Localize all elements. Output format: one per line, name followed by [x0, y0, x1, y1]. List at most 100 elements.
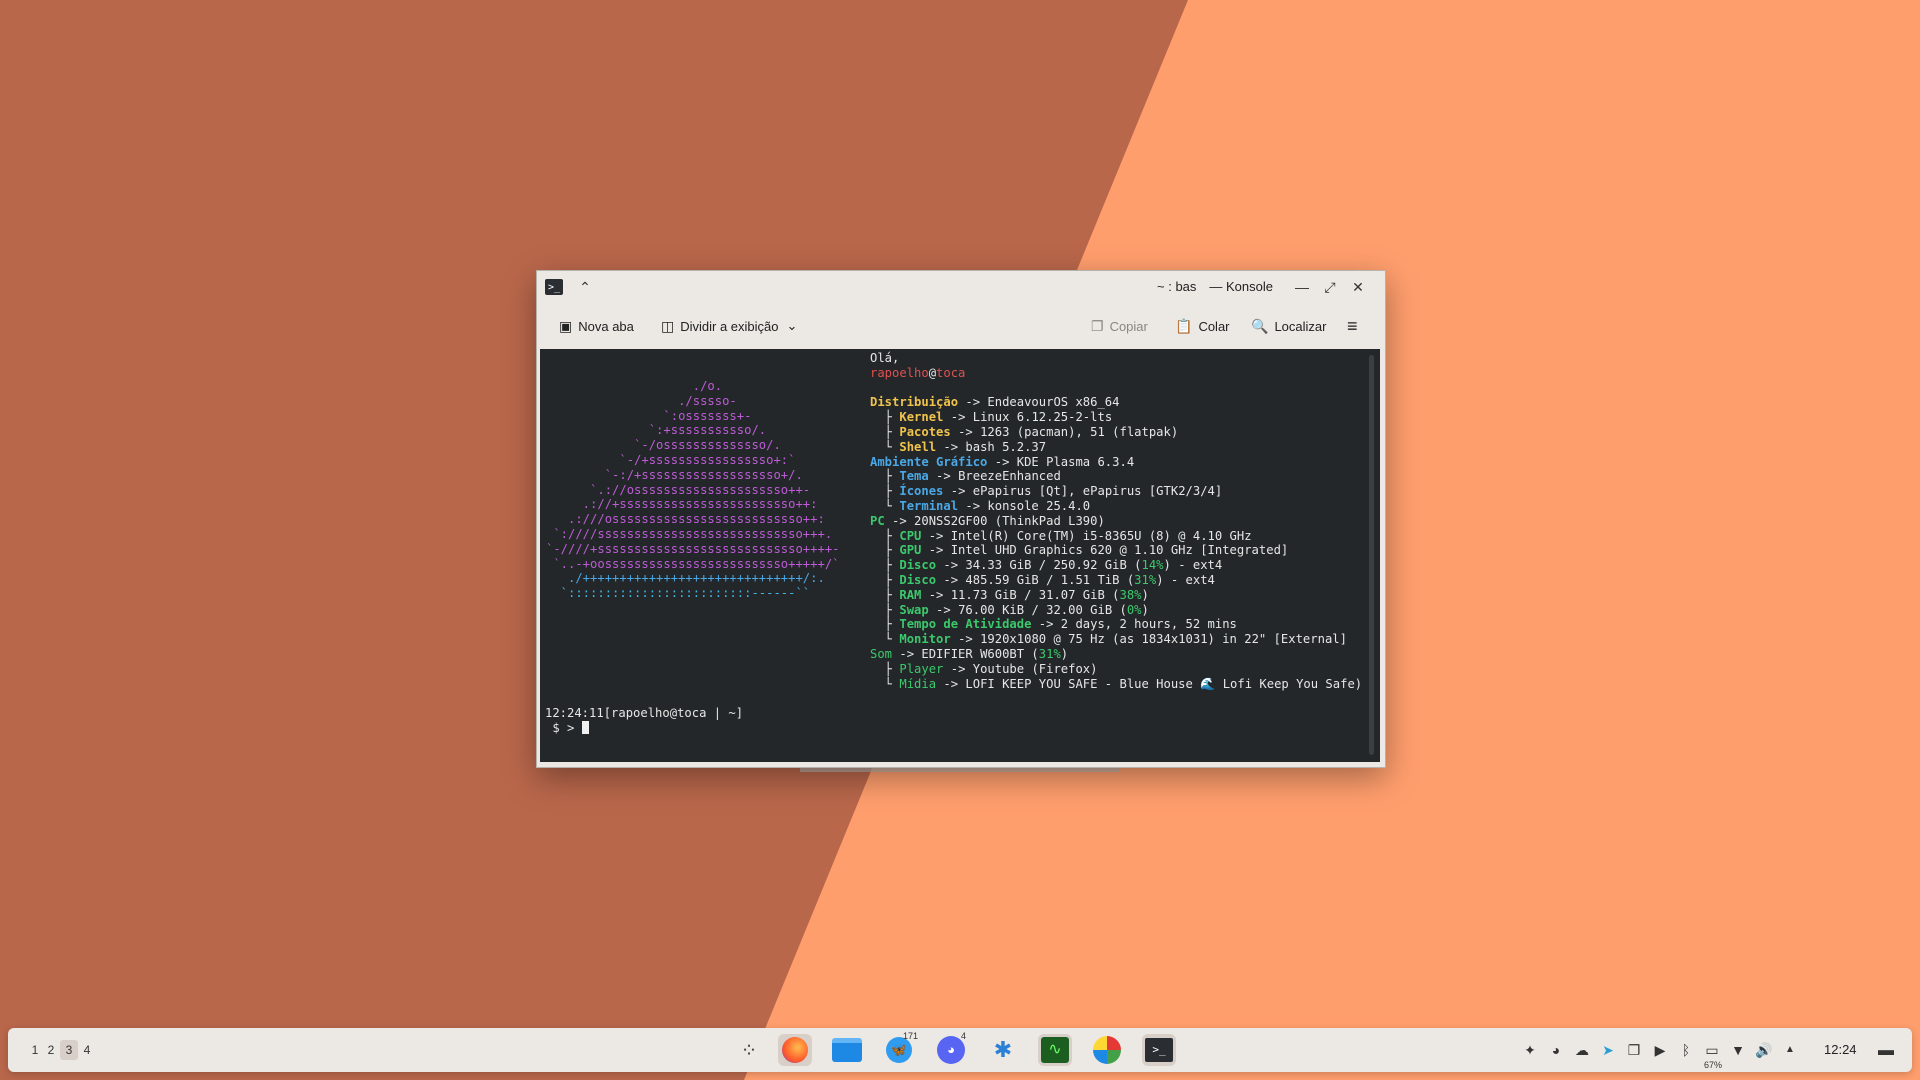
info-segment: -> 485.59 GiB / 1.51 TiB ( — [936, 572, 1135, 587]
wifi-icon[interactable]: ▼ — [1728, 1042, 1748, 1058]
virtual-desktop-2[interactable]: 2 — [42, 1040, 60, 1060]
file-manager-icon[interactable] — [830, 1034, 864, 1066]
info-line: PC -> 20NSS2GF00 (ThinkPad L390) — [870, 514, 1362, 529]
chevron-down-icon[interactable]: ⌄ — [787, 318, 798, 334]
info-segment: -> Youtube (Firefox) — [943, 661, 1098, 676]
logo-line: ./o. — [546, 379, 723, 393]
show-desktop-icon[interactable]: ▬ — [1876, 1042, 1896, 1060]
info-segment: Som — [870, 646, 893, 661]
logo-line: `.://osssssssssssssssssssso++- — [546, 482, 811, 497]
info-segment: └ — [870, 676, 900, 691]
system-monitor-icon[interactable]: ∿ — [1038, 1034, 1072, 1066]
telegram-tray-icon[interactable]: ➤ — [1598, 1042, 1618, 1059]
info-segment: Kernel — [899, 410, 944, 425]
terminal-scrollbar[interactable] — [1369, 355, 1374, 755]
hamburger-menu-button[interactable]: ≡ — [1347, 315, 1358, 337]
paste-button[interactable]: 📋 Colar — [1175, 315, 1230, 337]
info-segment: -> 1263 (pacman), 51 (flatpak) — [950, 424, 1179, 439]
battery-icon[interactable]: ▭ — [1702, 1042, 1722, 1059]
tray-expand-icon[interactable]: ▲ — [1780, 1044, 1800, 1055]
logo-line: `-/ossssssssssssso/. — [546, 438, 781, 453]
discord-icon[interactable]: ◕ 4 — [934, 1031, 968, 1066]
bluesky-icon[interactable]: 🦋 171 — [882, 1031, 918, 1066]
discord-badge: 4 — [960, 1031, 966, 1041]
prompt-line-1: 12:24:11[rapoelho@toca | ~] — [545, 706, 744, 720]
find-button[interactable]: 🔍 Localizar — [1251, 315, 1326, 337]
close-button[interactable]: ✕ — [1349, 278, 1367, 296]
konsole-window[interactable]: >_ ⌃ ~ : bas — Konsole — ⤢ ✕ ▣ Nova aba … — [536, 270, 1386, 768]
bluesky-badge: 171 — [902, 1031, 918, 1041]
info-line: └ Shell -> bash 5.2.37 — [870, 440, 1362, 455]
info-segment: ├ — [870, 587, 900, 602]
info-line — [870, 381, 1362, 396]
copy-button[interactable]: ❐ Copiar — [1091, 315, 1148, 337]
info-segment: -> 20NSS2GF00 (ThinkPad L390) — [884, 513, 1105, 528]
info-segment: ├ — [870, 410, 900, 425]
info-segment: -> KDE Plasma 6.3.4 — [987, 454, 1135, 469]
volume-icon[interactable]: 🔊 — [1754, 1042, 1774, 1059]
media-player-tray-icon[interactable]: ▶ — [1650, 1042, 1670, 1059]
info-segment: -> 1920x1080 @ 75 Hz (as 1834x1031) in 2… — [950, 632, 1347, 647]
new-tab-button[interactable]: ▣ Nova aba — [559, 315, 634, 337]
virtual-desktop-4[interactable]: 4 — [78, 1040, 96, 1060]
endeavouros-ascii-logo: ./o. ./sssso- `:osssssss+- `:+ssssssssss… — [546, 379, 840, 601]
firefox-icon[interactable] — [778, 1034, 812, 1066]
info-line: rapoelho@toca — [870, 366, 1362, 381]
info-segment: toca — [936, 365, 966, 380]
logo-line: `:+sssssssssso/. — [546, 423, 767, 438]
logo-line: `:////ssssssssssssssssssssssssssso+++. — [546, 526, 833, 541]
info-line: ├ GPU -> Intel UHD Graphics 620 @ 1.10 G… — [870, 543, 1362, 558]
bluetooth-icon[interactable]: ᛒ — [1676, 1042, 1696, 1058]
info-segment: ├ — [870, 558, 900, 573]
info-segment: -> EndeavourOS x86_64 — [958, 395, 1120, 410]
info-segment: ├ — [870, 617, 900, 632]
pinwheel-app-icon[interactable] — [1090, 1034, 1124, 1066]
copy-label: Copiar — [1109, 318, 1148, 334]
info-segment: -> BreezeEnhanced — [928, 469, 1061, 484]
info-segment: ├ — [870, 528, 900, 543]
info-line: ├ Kernel -> Linux 6.12.25-2-lts — [870, 410, 1362, 425]
prompt-line-2: $ > — [545, 720, 582, 735]
info-segment: RAM — [899, 587, 922, 602]
kdeconnect-icon[interactable]: ✱ — [986, 1034, 1020, 1066]
clock[interactable]: 12:24 — [1824, 1042, 1857, 1057]
info-segment: ├ — [870, 661, 900, 676]
info-segment: Pacotes — [899, 424, 951, 439]
logo-line: `-:/+sssssssssssssssssso+/. — [546, 467, 803, 482]
clipboard-tray-icon[interactable]: ❐ — [1624, 1042, 1644, 1059]
shell-prompt: 12:24:11[rapoelho@toca | ~] $ > — [545, 706, 743, 736]
info-segment: Player — [899, 661, 944, 676]
info-line: ├ RAM -> 11.73 GiB / 31.07 GiB (38%) — [870, 588, 1362, 603]
app-launcher-icon[interactable]: ⁘ — [732, 1034, 766, 1066]
paste-icon: 📋 — [1175, 317, 1193, 334]
info-segment: -> ePapirus [Qt], ePapirus [GTK2/3/4] — [943, 484, 1223, 499]
terminal-view[interactable]: ./o. ./sssso- `:osssssss+- `:+ssssssssss… — [540, 349, 1380, 762]
info-segment: -> EDIFIER W600BT ( — [892, 646, 1039, 661]
minimize-button[interactable]: — — [1293, 278, 1311, 296]
konsole-taskbar-icon[interactable]: >_ — [1142, 1034, 1176, 1066]
notification-bell-icon[interactable]: ✦ — [1520, 1042, 1540, 1059]
logo-line: ./sssso- — [546, 393, 737, 408]
info-segment: Distribuição — [870, 395, 959, 410]
info-segment: Tema — [899, 469, 929, 484]
cloud-sync-icon[interactable]: ☁ — [1572, 1042, 1592, 1059]
info-line: Ambiente Gráfico -> KDE Plasma 6.3.4 — [870, 455, 1362, 470]
info-segment: 14% — [1141, 558, 1164, 573]
info-segment: Olá, — [870, 351, 900, 365]
discord-tray-icon[interactable]: ◕ — [1546, 1042, 1566, 1058]
info-segment: Tempo de Atividade — [899, 617, 1032, 632]
logo-line: ./++++++++++++++++++++++++++++++/:. — [546, 571, 825, 586]
info-segment: Mídia — [899, 676, 937, 691]
info-line: ├ CPU -> Intel(R) Core(TM) i5-8365U (8) … — [870, 529, 1362, 544]
titlebar[interactable]: >_ ⌃ ~ : bas — Konsole — ⤢ ✕ — [537, 271, 1385, 303]
info-segment: └ — [870, 632, 900, 647]
maximize-button[interactable]: ⤢ — [1321, 278, 1339, 296]
split-view-button[interactable]: ◫ Dividir a exibição ⌄ — [661, 315, 797, 337]
virtual-desktop-3[interactable]: 3 — [60, 1040, 78, 1060]
toolbar: ▣ Nova aba ◫ Dividir a exibição ⌄ ❐ Copi… — [537, 303, 1385, 347]
info-segment: -> bash 5.2.37 — [936, 439, 1047, 454]
info-segment: 38% — [1119, 587, 1142, 602]
info-segment: -> 2 days, 2 hours, 52 mins — [1031, 617, 1237, 632]
info-line: Olá, — [870, 351, 1362, 366]
search-icon: 🔍 — [1251, 317, 1269, 334]
